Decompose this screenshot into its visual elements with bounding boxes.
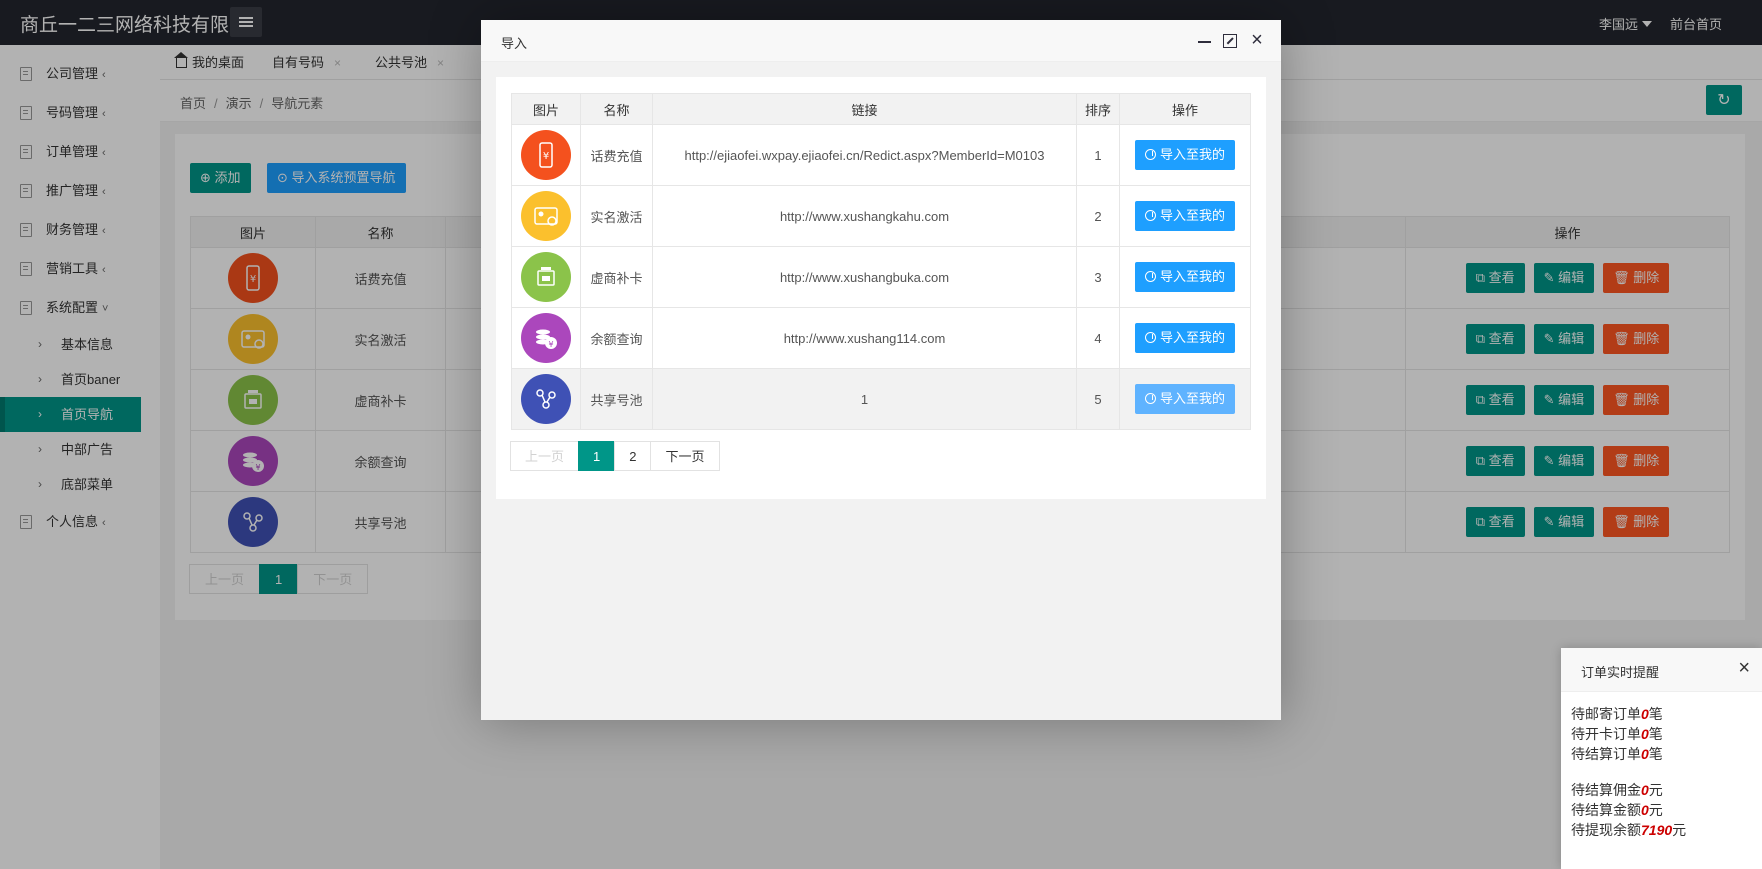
table-cell-link: http://www.xushangbuka.com xyxy=(652,246,1077,308)
notification-line: 待邮寄订单0笔 xyxy=(1571,706,1663,722)
table-cell-ops: 导入至我的 xyxy=(1119,307,1251,369)
table-cell-link: http://ejiaofei.wxpay.ejiaofei.cn/Redict… xyxy=(652,124,1077,186)
notification-body: 待邮寄订单0笔 待开卡订单0笔 待结算订单0笔 待结算佣金0元 待结算金额0元 … xyxy=(1561,692,1762,840)
table-cell-image: ¥ xyxy=(511,307,581,369)
notification-header: 订单实时提醒 × xyxy=(1561,648,1762,692)
import-to-mine-button[interactable]: 导入至我的 xyxy=(1134,323,1235,353)
notification-line: 待结算订单0笔 xyxy=(1571,746,1663,762)
table-cell-link: 1 xyxy=(652,368,1077,430)
column-header-ops: 操作 xyxy=(1119,93,1251,125)
modal-title: 导入 xyxy=(501,36,528,51)
table-cell-name: 虚商补卡 xyxy=(580,246,653,308)
table-cell-ops: 导入至我的 xyxy=(1119,124,1251,186)
notification-line: 待开卡订单0笔 xyxy=(1571,726,1663,742)
table-row: 实名激活 http://www.xushangkahu.com 2 导入至我的 xyxy=(511,185,1251,247)
notification-line: 待结算佣金0元 xyxy=(1571,782,1663,798)
import-to-mine-button[interactable]: 导入至我的 xyxy=(1134,384,1235,414)
table-cell-order: 1 xyxy=(1076,124,1120,186)
close-icon[interactable]: × xyxy=(1247,30,1267,50)
prev-page-button[interactable]: 上一页 xyxy=(510,441,580,471)
id-card-icon xyxy=(521,191,571,241)
table-cell-name: 共享号池 xyxy=(580,368,653,430)
download-icon xyxy=(1144,271,1156,282)
table-cell-image: ¥ xyxy=(511,124,581,186)
notification-title: 订单实时提醒 xyxy=(1581,665,1660,680)
table-row: ¥ 话费充值 http://ejiaofei.wxpay.ejiaofei.cn… xyxy=(511,124,1251,186)
table-row: 共享号池 1 5 导入至我的 xyxy=(511,368,1251,430)
table-cell-name: 话费充值 xyxy=(580,124,653,186)
table-cell-ops: 导入至我的 xyxy=(1119,185,1251,247)
close-icon[interactable]: × xyxy=(1738,658,1750,678)
minimize-icon[interactable] xyxy=(1198,41,1211,43)
table-row: ¥ 余额查询 http://www.xushang114.com 4 导入至我的 xyxy=(511,307,1251,369)
table-cell-link: http://www.xushangkahu.com xyxy=(652,185,1077,247)
table-cell-order: 5 xyxy=(1076,368,1120,430)
phone-recharge-icon: ¥ xyxy=(521,130,571,180)
order-notification-panel: 订单实时提醒 × 待邮寄订单0笔 待开卡订单0笔 待结算订单0笔 待结算佣金0元… xyxy=(1561,648,1762,869)
table-cell-order: 3 xyxy=(1076,246,1120,308)
download-icon xyxy=(1144,332,1156,343)
svg-text:¥: ¥ xyxy=(543,151,549,162)
import-modal: 导入 × 图片 名称 链接 排序 操作 ¥ 话费充值 http://ejiaof… xyxy=(481,20,1281,720)
column-header-link: 链接 xyxy=(652,93,1077,125)
table-cell-ops: 导入至我的 xyxy=(1119,246,1251,308)
svg-text:¥: ¥ xyxy=(548,340,553,349)
table-cell-name: 实名激活 xyxy=(580,185,653,247)
page-1-button[interactable]: 1 xyxy=(578,441,616,471)
column-header-order: 排序 xyxy=(1076,93,1120,125)
notification-line: 待提现余额7190元 xyxy=(1571,822,1687,838)
table-cell-image xyxy=(511,246,581,308)
import-to-mine-button[interactable]: 导入至我的 xyxy=(1134,201,1235,231)
table-cell-order: 2 xyxy=(1076,185,1120,247)
coins-icon: ¥ xyxy=(521,313,571,363)
table-cell-name: 余额查询 xyxy=(580,307,653,369)
page-2-button[interactable]: 2 xyxy=(614,441,652,471)
notification-line: 待结算金额0元 xyxy=(1571,802,1663,818)
share-pool-icon xyxy=(521,374,571,424)
modal-body: 图片 名称 链接 排序 操作 ¥ 话费充值 http://ejiaofei.wx… xyxy=(496,77,1266,499)
import-to-mine-button[interactable]: 导入至我的 xyxy=(1134,140,1235,170)
table-cell-order: 4 xyxy=(1076,307,1120,369)
table-cell-ops: 导入至我的 xyxy=(1119,368,1251,430)
modal-pagination: 上一页 1 2 下一页 xyxy=(510,441,720,471)
column-header-image: 图片 xyxy=(511,93,581,125)
download-icon xyxy=(1144,149,1156,160)
table-cell-link: http://www.xushang114.com xyxy=(652,307,1077,369)
import-table: 图片 名称 链接 排序 操作 ¥ 话费充值 http://ejiaofei.wx… xyxy=(511,93,1251,430)
table-header: 图片 名称 链接 排序 操作 xyxy=(511,93,1251,125)
sim-card-icon xyxy=(521,252,571,302)
maximize-icon[interactable] xyxy=(1223,34,1237,48)
column-header-name: 名称 xyxy=(580,93,653,125)
modal-header: 导入 × xyxy=(481,20,1281,62)
table-row: 虚商补卡 http://www.xushangbuka.com 3 导入至我的 xyxy=(511,246,1251,308)
next-page-button[interactable]: 下一页 xyxy=(650,441,720,471)
import-to-mine-button[interactable]: 导入至我的 xyxy=(1134,262,1235,292)
table-cell-image xyxy=(511,368,581,430)
download-icon xyxy=(1144,210,1156,221)
download-icon xyxy=(1144,393,1156,404)
table-cell-image xyxy=(511,185,581,247)
